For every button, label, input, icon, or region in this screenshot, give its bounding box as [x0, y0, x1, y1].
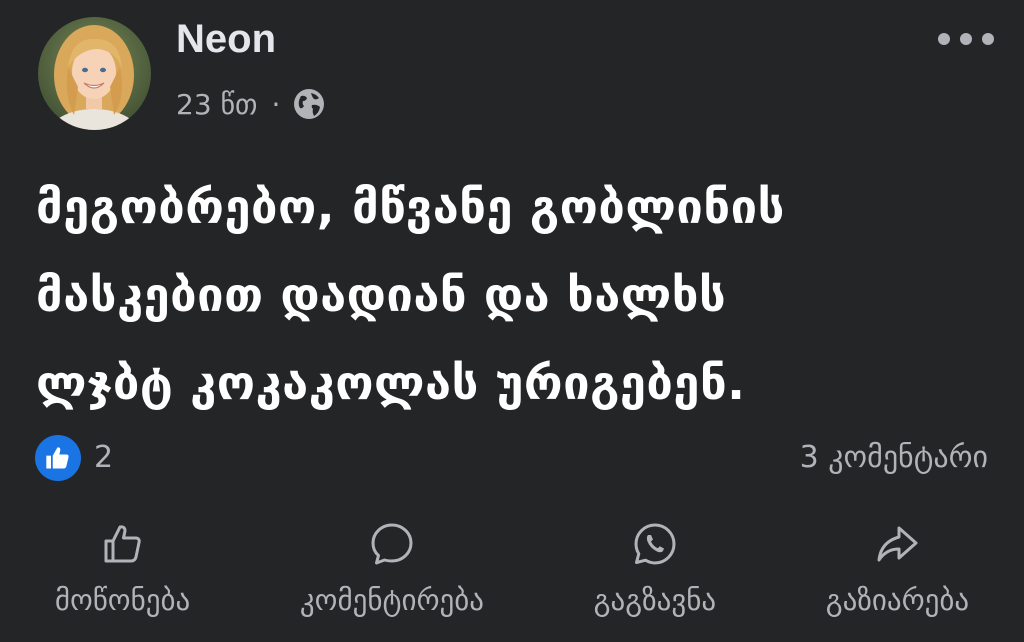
reaction-count[interactable]: 2 [94, 440, 113, 476]
post-timestamp[interactable]: 23 წთ [176, 88, 257, 121]
share-label: გაზიარება [825, 583, 970, 617]
like-label: მოწონება [54, 583, 191, 617]
author-name[interactable]: Neon [176, 14, 276, 64]
avatar-image [38, 17, 151, 130]
comment-button[interactable]: კომენტირება [300, 520, 484, 630]
post-text-line: მასკებით დადიან და ხალხს [36, 268, 727, 323]
globe-icon[interactable] [292, 87, 326, 121]
avatar[interactable] [38, 17, 151, 130]
post-text-line: მეგობრებო, მწვანე გობლინის [36, 180, 785, 235]
like-reaction-icon[interactable] [35, 435, 81, 481]
post-text-line: ლჯბტ კოკაკოლას ურიგებენ. [36, 356, 746, 411]
dot [938, 33, 950, 45]
comments-count[interactable]: 3 კომენტარი [800, 440, 988, 476]
more-options-icon[interactable] [938, 28, 994, 50]
like-button[interactable]: მოწონება [55, 520, 190, 630]
dot [960, 33, 972, 45]
post-meta: 23 წთ · [176, 84, 326, 124]
post-actions-bar: მოწონება კომენტირება გაგზავნა გაზიარება [0, 520, 1024, 630]
send-button[interactable]: გაგზავნა [594, 520, 716, 630]
whatsapp-icon [634, 523, 676, 565]
send-label: გაგზავნა [593, 583, 717, 617]
dot [982, 33, 994, 45]
comment-icon [371, 523, 413, 565]
comment-label: კომენტირება [299, 583, 485, 617]
thumbs-up-icon [104, 525, 141, 563]
meta-separator: · [271, 87, 281, 121]
post-text: მეგობრებო, მწვანე გობლინის მასკებით დადი… [36, 164, 996, 428]
share-button[interactable]: გაზიარება [826, 520, 969, 630]
share-icon [877, 526, 918, 562]
